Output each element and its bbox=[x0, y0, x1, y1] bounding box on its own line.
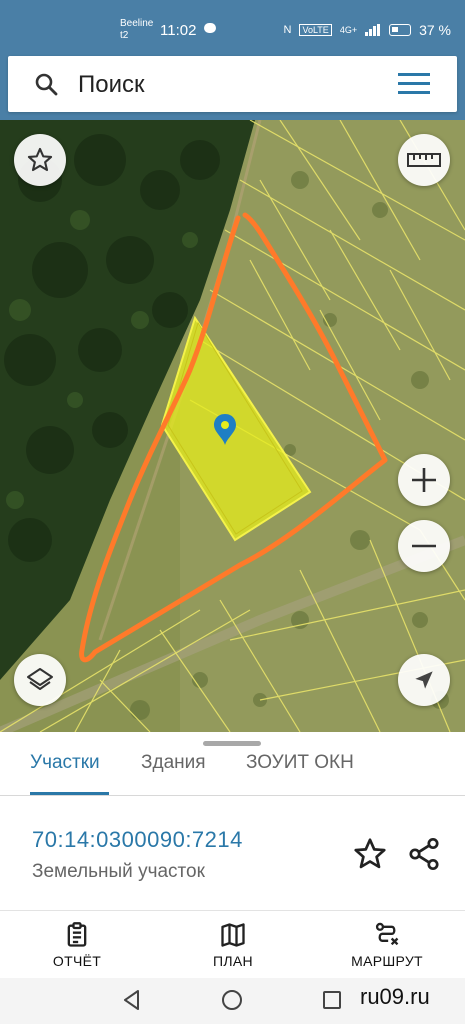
navigation-arrow-icon bbox=[415, 671, 433, 689]
battery-icon bbox=[389, 24, 412, 36]
sheet-drag-handle[interactable] bbox=[203, 741, 261, 746]
back-icon[interactable] bbox=[120, 988, 144, 1012]
map-view[interactable] bbox=[0, 120, 465, 732]
message-icon bbox=[204, 23, 216, 33]
object-info-sheet: Участки Здания ЗОУИТ ОКН 70:14:0300090:7… bbox=[0, 732, 465, 910]
report-button[interactable]: ОТЧЁТ bbox=[12, 911, 142, 979]
status-time: 11:02 bbox=[160, 22, 197, 39]
plus-icon bbox=[412, 468, 436, 492]
route-label: МАРШРУТ bbox=[351, 953, 423, 969]
tab-parcels[interactable]: Участки bbox=[30, 752, 100, 774]
watermark-text: ru09.ru bbox=[360, 984, 430, 1009]
map-icon bbox=[221, 923, 245, 947]
minus-icon bbox=[412, 544, 436, 548]
plan-button[interactable]: ПЛАН bbox=[168, 911, 298, 979]
active-tab-indicator bbox=[30, 792, 109, 795]
object-tabs: Участки Здания ЗОУИТ ОКН bbox=[0, 750, 465, 796]
bottom-navigation: ОТЧЁТ ПЛАН МАРШРУТ bbox=[0, 910, 465, 978]
signal-icon bbox=[365, 24, 381, 36]
ruler-button[interactable] bbox=[398, 134, 450, 186]
recents-icon[interactable] bbox=[320, 988, 344, 1012]
volte-icon: VoLTE bbox=[299, 24, 332, 36]
search-bar bbox=[0, 48, 465, 120]
tab-zouit-okn[interactable]: ЗОУИТ ОКН bbox=[246, 752, 354, 774]
battery-percent: 37 % bbox=[419, 22, 451, 38]
carrier-1: Beeline bbox=[120, 18, 154, 29]
tab-buildings[interactable]: Здания bbox=[141, 752, 206, 774]
ruler-icon bbox=[407, 153, 441, 167]
report-label: ОТЧЁТ bbox=[52, 953, 102, 969]
favorites-button[interactable] bbox=[14, 134, 66, 186]
layers-button[interactable] bbox=[14, 654, 66, 706]
carrier-label: Beeline t2 bbox=[120, 18, 153, 42]
satellite-imagery bbox=[0, 120, 465, 732]
zoom-in-button[interactable] bbox=[398, 454, 450, 506]
my-location-button[interactable] bbox=[398, 654, 450, 706]
route-icon bbox=[375, 922, 399, 946]
search-box bbox=[8, 56, 457, 112]
star-icon bbox=[27, 147, 53, 172]
carrier-2: t2 bbox=[120, 30, 129, 41]
route-button[interactable]: МАРШРУТ bbox=[322, 911, 452, 979]
add-favorite-star-icon[interactable] bbox=[352, 836, 388, 872]
status-icons: N VoLTE 4G+ 37 % bbox=[284, 22, 452, 38]
share-icon[interactable] bbox=[406, 836, 442, 872]
object-type: Земельный участок bbox=[32, 861, 205, 882]
cadastral-number[interactable]: 70:14:0300090:7214 bbox=[32, 827, 243, 853]
menu-icon[interactable] bbox=[398, 72, 434, 96]
nfc-icon: N bbox=[283, 24, 292, 36]
zoom-out-button[interactable] bbox=[398, 520, 450, 572]
network-icon: 4G+ bbox=[339, 25, 358, 35]
plan-label: ПЛАН bbox=[213, 953, 253, 969]
layers-icon bbox=[27, 668, 53, 690]
clipboard-icon bbox=[67, 922, 87, 947]
home-icon[interactable] bbox=[220, 988, 244, 1012]
status-bar: Beeline t2 11:02 N VoLTE 4G+ 37 % bbox=[0, 0, 465, 48]
search-icon[interactable] bbox=[34, 72, 58, 96]
search-input[interactable] bbox=[78, 70, 378, 100]
